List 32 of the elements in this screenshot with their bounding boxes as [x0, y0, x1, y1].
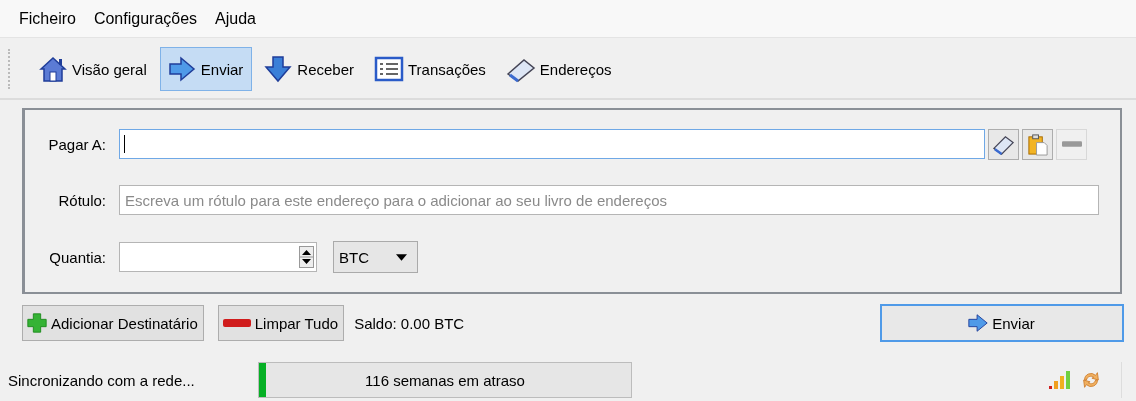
- plus-icon: [26, 312, 48, 334]
- sync-progress-bar: 116 semanas em atraso: [258, 362, 632, 398]
- field-label: Pagar A:: [47, 135, 107, 153]
- address-field[interactable]: [119, 129, 985, 160]
- arrow-right-icon: [166, 54, 197, 84]
- address-book-button[interactable]: [988, 128, 1019, 160]
- toolbar-button[interactable]: Endereços: [498, 47, 621, 91]
- send-button[interactable]: Enviar: [880, 304, 1124, 342]
- menu-item[interactable]: Ficheiro: [10, 9, 85, 28]
- toolbar-button[interactable]: Receber: [256, 47, 363, 91]
- list-icon: [374, 54, 404, 84]
- label-field[interactable]: Escreva um rótulo para este endereço para o adicionar ao seu livro de endereços: [119, 185, 1099, 216]
- clear-all-button[interactable]: Limpar Tudo: [217, 305, 345, 341]
- toolbar-button[interactable]: Enviar: [159, 47, 253, 91]
- toolbar-button[interactable]: Visão geral: [31, 47, 156, 91]
- arrow-down-icon: [263, 54, 294, 84]
- menu-item[interactable]: Ajuda: [206, 9, 265, 28]
- clipboard-icon: [1026, 132, 1049, 156]
- signal-bars-icon: [1047, 369, 1071, 391]
- toolbar-button[interactable]: Transações: [367, 47, 495, 91]
- add-recipient-button[interactable]: Adicionar Destinatário: [22, 305, 204, 341]
- arrow-right-icon: [967, 312, 990, 334]
- spin-arrows-icon[interactable]: [299, 246, 314, 269]
- status-message: Sincronizando com a rede...: [8, 371, 196, 389]
- field-label: Quantia:: [48, 248, 107, 266]
- house-icon: [38, 54, 68, 84]
- balance-text: Saldo: 0.00 BTC: [354, 314, 465, 332]
- menu-item[interactable]: Configurações: [84, 9, 207, 28]
- paste-button[interactable]: [1022, 128, 1053, 160]
- unit-dropdown[interactable]: BTC: [333, 241, 418, 274]
- field-label: Rótulo:: [57, 192, 107, 209]
- caret-icon: [396, 253, 407, 261]
